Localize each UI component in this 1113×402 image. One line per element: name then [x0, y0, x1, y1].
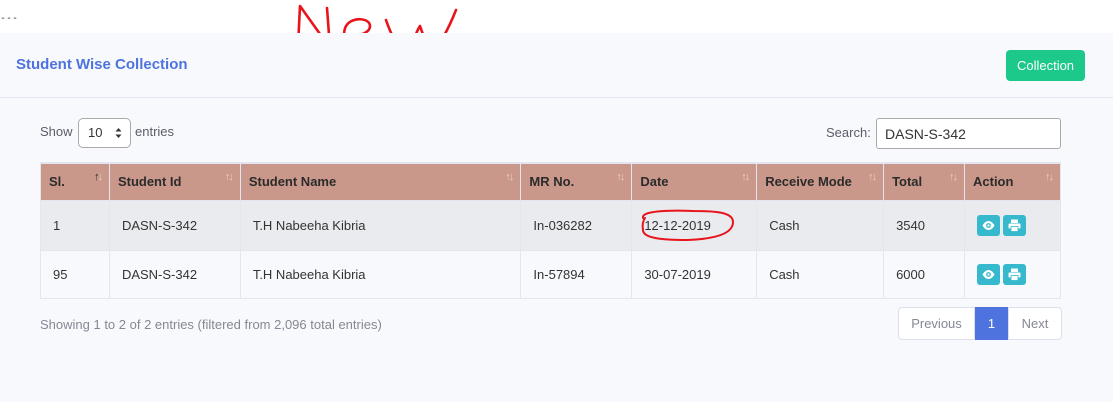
top-strip: --- — [0, 0, 1113, 60]
eye-icon — [982, 269, 995, 279]
cell-student-id: DASN-S-342 — [108, 199, 241, 251]
cell-receive-mode: Cash — [756, 199, 885, 251]
column-header-mr-no[interactable]: MR No. ↑↓ — [520, 162, 633, 201]
cell-mr-no: In-036282 — [520, 199, 633, 251]
sort-icon: ↑↓ — [616, 171, 625, 183]
column-header-student-name[interactable]: Student Name ↑↓ — [239, 162, 522, 201]
cell-action — [964, 249, 1061, 299]
date-highlighted: 12-12-2019 — [641, 209, 735, 241]
collection-table: Sl. ↑↓ Student Id ↑↓ Student Name ↑↓ MR No.… — [40, 162, 1061, 299]
cell-sl: 95 — [40, 249, 110, 299]
print-button[interactable] — [1003, 263, 1026, 285]
table-row: 95 DASN-S-342 T.H Nabeeha Kibria In-5789… — [40, 249, 1061, 299]
view-button[interactable] — [977, 263, 1000, 285]
sort-asc-icon: ↑↓ — [93, 171, 103, 183]
column-header-action[interactable]: Action ↑↓ — [964, 162, 1061, 201]
search-label: Search: — [826, 125, 871, 140]
cell-mr-no: In-57894 — [520, 249, 633, 299]
column-header-sl[interactable]: Sl. ↑↓ — [40, 162, 110, 201]
entries-label: entries — [135, 124, 175, 139]
table-info: Showing 1 to 2 of 2 entries (filtered fr… — [40, 317, 382, 332]
sort-icon: ↑↓ — [949, 171, 958, 183]
print-icon — [1008, 268, 1021, 281]
entries-length-select[interactable]: 10 — [78, 118, 131, 148]
sort-icon: ↑↓ — [224, 171, 234, 183]
previous-page-button[interactable]: Previous — [898, 307, 975, 340]
collection-button[interactable]: Collection — [1006, 50, 1085, 81]
select-arrows-icon — [115, 128, 122, 138]
sort-icon: ↑↓ — [741, 171, 750, 183]
card-header: Student Wise Collection Collection — [0, 33, 1113, 98]
cell-student-name: T.H Nabeeha Kibria — [239, 199, 522, 251]
cell-student-name: T.H Nabeeha Kibria — [239, 249, 522, 299]
cell-total: 6000 — [883, 249, 965, 299]
page-1-button[interactable]: 1 — [975, 307, 1008, 340]
sort-icon: ↑↓ — [1045, 171, 1054, 183]
cell-receive-mode: Cash — [756, 249, 885, 299]
view-button[interactable] — [977, 214, 1000, 236]
column-header-total[interactable]: Total ↑↓ — [883, 162, 965, 201]
cell-sl: 1 — [40, 199, 110, 251]
cell-action — [964, 199, 1061, 251]
dash-mark: --- — [0, 13, 19, 24]
cell-date: 30-07-2019 — [631, 249, 758, 299]
sort-icon: ↑↓ — [868, 171, 877, 183]
column-header-receive-mode[interactable]: Receive Mode ↑↓ — [756, 162, 885, 201]
cell-student-id: DASN-S-342 — [108, 249, 241, 299]
pagination: Previous 1 Next — [898, 307, 1062, 340]
cell-date: 12-12-2019 — [631, 199, 758, 251]
table-header-row: Sl. ↑↓ Student Id ↑↓ Student Name ↑↓ MR No.… — [40, 162, 1061, 201]
page-title: Student Wise Collection — [16, 56, 188, 73]
cell-total: 3540 — [883, 199, 965, 251]
print-button[interactable] — [1003, 214, 1026, 236]
column-header-student-id[interactable]: Student Id ↑↓ — [108, 162, 241, 201]
print-icon — [1008, 219, 1021, 232]
next-page-button[interactable]: Next — [1008, 307, 1062, 340]
eye-icon — [982, 220, 995, 230]
collection-card: Student Wise Collection Collection Show … — [0, 33, 1113, 402]
column-header-date[interactable]: Date ↑↓ — [631, 162, 758, 201]
show-label: Show — [40, 124, 73, 139]
sort-icon: ↑↓ — [505, 171, 514, 183]
table-row: 1 DASN-S-342 T.H Nabeeha Kibria In-03628… — [40, 199, 1061, 251]
handwritten-circle-annotation — [641, 209, 735, 241]
search-input[interactable] — [876, 118, 1061, 149]
entries-length-value: 10 — [88, 125, 103, 140]
